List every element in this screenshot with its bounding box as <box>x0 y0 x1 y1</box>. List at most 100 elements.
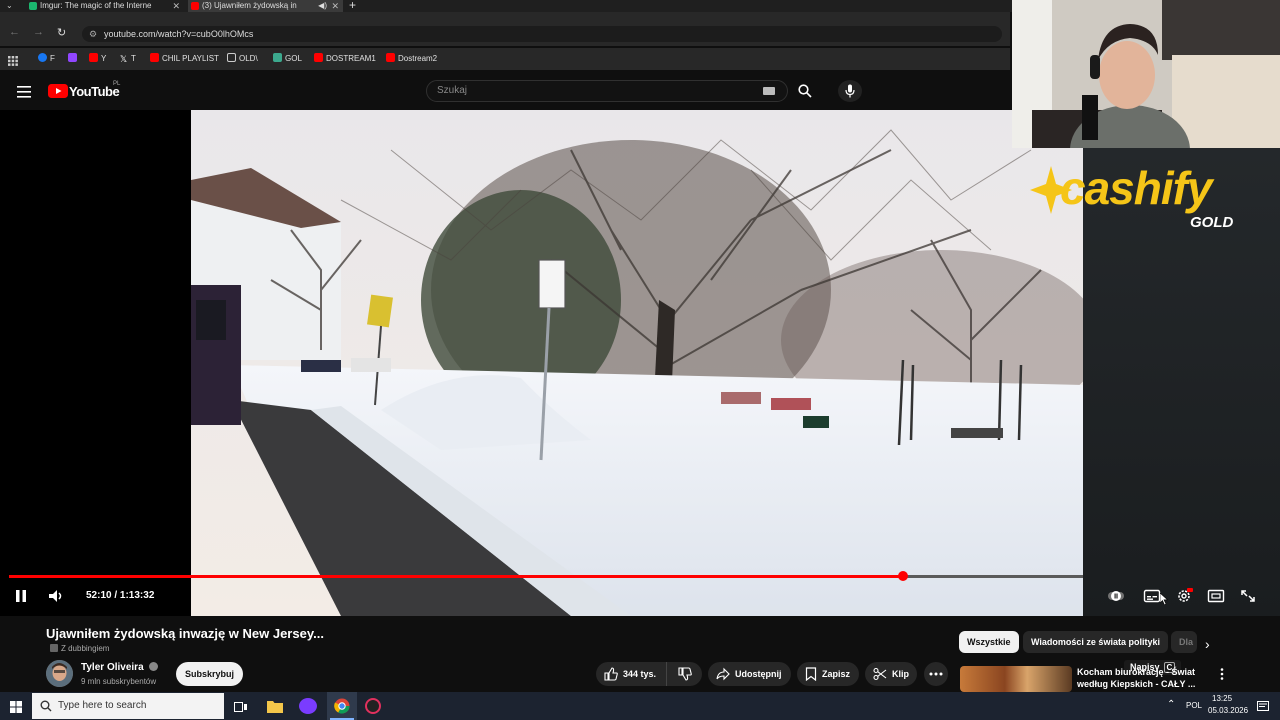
clock-time[interactable]: 13:25 <box>1212 694 1232 703</box>
app-icon[interactable] <box>365 698 381 714</box>
miniplayer-button[interactable] <box>1207 588 1225 604</box>
progress-bar[interactable] <box>9 571 1083 581</box>
file-explorer-icon[interactable] <box>267 699 283 713</box>
bookmark-icon <box>805 667 817 681</box>
new-tab-icon[interactable]: + <box>349 0 356 12</box>
tab-imgur[interactable]: Imgur: The magic of the Interne ✕ <box>26 0 184 12</box>
back-icon[interactable]: ← <box>9 26 20 38</box>
bookmark-chil-playlist[interactable]: CHIL PLAYLIST <box>150 53 219 65</box>
share-button[interactable]: Udostępnij <box>708 662 791 686</box>
tab-youtube[interactable]: (3) Ujawniłem żydowską in ◀) ✕ <box>188 0 343 12</box>
menu-hamburger-icon[interactable] <box>17 85 31 98</box>
recommendation-title[interactable]: Kocham biurokrację - Świat według Kiepsk… <box>1077 666 1197 690</box>
video-frame[interactable] <box>191 110 1083 616</box>
notifications-icon[interactable] <box>1257 700 1269 712</box>
dubbing-badge: Z dubbingiem <box>50 644 109 653</box>
bookmark-label: F <box>50 54 55 63</box>
webcam-image <box>1012 0 1280 148</box>
taskbar-search-input[interactable]: Type here to search <box>32 693 224 719</box>
progress-scrubber-handle[interactable] <box>897 571 908 581</box>
voice-search-button[interactable] <box>838 80 862 102</box>
save-button[interactable]: Zapisz <box>797 662 859 686</box>
autoplay-toggle[interactable] <box>1107 588 1125 604</box>
folder-icon <box>227 53 236 62</box>
chrome-taskbar-button[interactable] <box>327 692 357 720</box>
bookmark-label: T <box>131 54 136 63</box>
youtube-header: YouTube PL Szukaj <box>0 72 1010 110</box>
windows-start-icon[interactable] <box>10 700 22 713</box>
tray-expand-icon[interactable]: ⌃ <box>1167 699 1175 710</box>
youtube-logo[interactable]: YouTube PL <box>48 81 120 102</box>
recommendation-thumbnail[interactable] <box>960 666 1072 692</box>
x-logo-icon: 𝕏 <box>119 54 128 64</box>
bookmark-old-folder[interactable]: OLD\ <box>227 53 258 65</box>
forward-icon[interactable]: → <box>33 26 44 38</box>
subtitles-icon <box>1143 589 1161 603</box>
imgur-favicon-icon <box>29 2 37 10</box>
like-button[interactable]: 344 tys. <box>596 662 666 686</box>
taskbar-search-placeholder: Type here to search <box>58 700 147 711</box>
chevron-right-icon[interactable]: › <box>1205 636 1210 652</box>
video-scene-image <box>191 110 1083 616</box>
gol-icon <box>273 53 282 62</box>
youtube-icon <box>150 53 159 62</box>
progress-played <box>9 575 903 578</box>
chip-politics-news[interactable]: Wiadomości ze świata polityki <box>1023 631 1168 653</box>
tab-title: Imgur: The magic of the Interne <box>40 1 152 10</box>
clock-date[interactable]: 05.03.2026 <box>1208 706 1248 715</box>
brand-subtitle: GOLD <box>1190 214 1234 231</box>
more-actions-button[interactable] <box>924 662 948 686</box>
more-vertical-icon[interactable] <box>1218 667 1226 681</box>
subtitles-button[interactable] <box>1143 588 1161 604</box>
site-info-icon[interactable]: ⚙ <box>89 26 97 42</box>
search-placeholder: Szukaj <box>437 85 468 96</box>
bookmark-facebook[interactable]: F <box>38 53 55 65</box>
fullscreen-button[interactable] <box>1239 588 1257 604</box>
volume-icon <box>49 590 62 602</box>
clip-label: Klip <box>892 669 909 679</box>
clip-button[interactable]: Klip <box>865 662 917 686</box>
tab-close-icon[interactable]: ✕ <box>172 0 180 12</box>
youtube-wordmark: YouTube <box>69 84 120 99</box>
time-display: 52:10 / 1:13:32 <box>86 590 155 601</box>
subscribe-button[interactable]: Subskrybuj <box>176 662 243 686</box>
share-label: Udostępnij <box>735 669 782 679</box>
apps-grid-icon[interactable] <box>8 53 18 66</box>
tab-close-icon[interactable]: ✕ <box>331 0 339 12</box>
tab-search-chevron-icon[interactable]: ⌄ <box>6 0 13 12</box>
settings-button[interactable] <box>1175 588 1193 604</box>
keyboard-icon[interactable] <box>763 87 775 95</box>
youtube-play-logo-icon <box>48 84 68 98</box>
twitch-icon <box>68 53 77 62</box>
bookmark-label: Dostream2 <box>398 54 438 63</box>
bookmark-dostream1[interactable]: DOSTREAM1 <box>314 53 376 65</box>
bookmark-dostream2[interactable]: Dostream2 <box>386 53 437 65</box>
bookmark-twitch[interactable] <box>68 53 80 65</box>
microphone-icon <box>845 84 855 98</box>
input-language[interactable]: POL <box>1186 701 1202 710</box>
volume-button[interactable] <box>47 588 65 604</box>
discord-app-icon[interactable] <box>299 698 317 714</box>
chip-for-you[interactable]: Dla <box>1171 631 1197 653</box>
channel-name[interactable]: Tyler Oliveira <box>81 662 159 673</box>
tab-title: (3) Ujawniłem żydowską in <box>202 1 297 10</box>
dislike-button[interactable] <box>666 662 702 686</box>
chip-all[interactable]: Wszystkie <box>959 631 1019 653</box>
avatar[interactable] <box>46 660 73 687</box>
url-field[interactable]: ⚙ youtube.com/watch?v=cubO0lhOMcs <box>82 26 1002 42</box>
pause-button[interactable] <box>12 588 30 604</box>
bookmark-x[interactable]: 𝕏T <box>119 53 136 65</box>
search-button[interactable] <box>788 80 824 102</box>
bookmark-youtube[interactable]: Y <box>89 53 106 65</box>
video-player[interactable]: 52:10 / 1:13:32 Napisy C <box>0 110 1182 675</box>
task-view-icon[interactable] <box>234 700 248 712</box>
like-count: 344 tys. <box>623 669 657 679</box>
reload-icon[interactable]: ↻ <box>57 26 66 39</box>
bookmark-gol[interactable]: GOL <box>273 53 302 65</box>
miniplayer-icon <box>1207 589 1225 603</box>
search-icon <box>40 700 52 712</box>
search-input[interactable]: Szukaj <box>426 80 788 102</box>
url-text: youtube.com/watch?v=cubO0lhOMcs <box>104 29 254 39</box>
bookmark-label: CHIL PLAYLIST <box>162 54 219 63</box>
speaker-icon[interactable]: ◀) <box>318 0 327 12</box>
